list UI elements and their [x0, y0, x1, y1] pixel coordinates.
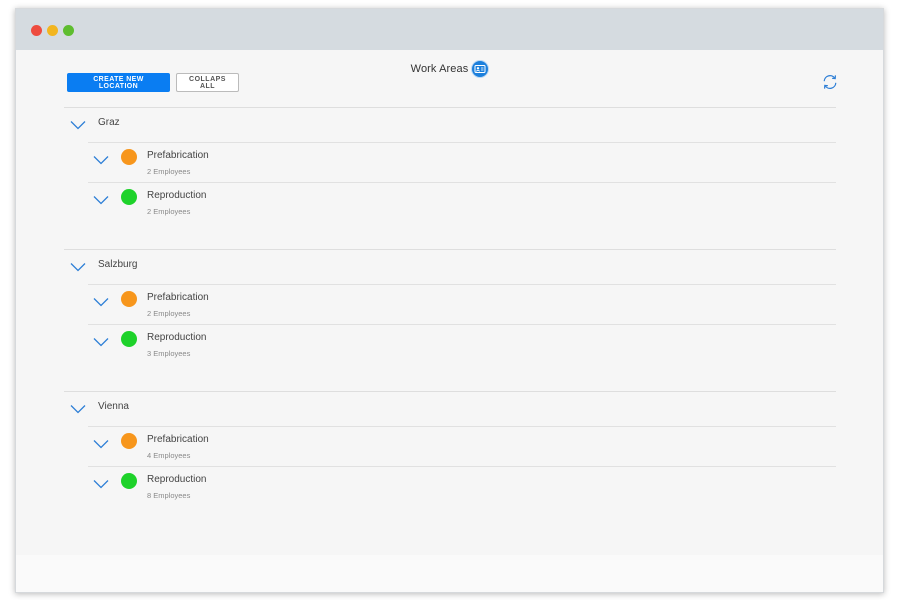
location-name: Graz [98, 117, 120, 128]
area-name: Reproduction [147, 332, 207, 343]
refresh-icon[interactable] [821, 73, 839, 91]
area-color-dot [121, 149, 137, 165]
location-header[interactable]: Salzburg [64, 249, 836, 284]
minimize-window-button[interactable] [47, 25, 58, 36]
work-area-item[interactable]: Prefabrication 2 Employees [88, 284, 836, 324]
employee-count: 3 Employees [147, 349, 191, 358]
page-title: Work Areas [410, 63, 469, 75]
area-name: Reproduction [147, 474, 207, 485]
locations-list: Graz Prefabrication 2 Employees Reproduc… [64, 107, 836, 533]
create-new-location-button[interactable]: CREATE NEW LOCATION [67, 73, 170, 92]
chevron-down-icon[interactable] [70, 120, 86, 130]
window-titlebar [16, 9, 883, 50]
location-name: Salzburg [98, 259, 138, 270]
chevron-down-icon[interactable] [93, 439, 109, 449]
employee-count: 2 Employees [147, 309, 191, 318]
work-area-item[interactable]: Reproduction 8 Employees [88, 466, 836, 506]
maximize-window-button[interactable] [63, 25, 74, 36]
area-color-dot [121, 189, 137, 205]
location-graz: Graz Prefabrication 2 Employees Reproduc… [64, 107, 836, 249]
employee-count: 4 Employees [147, 451, 191, 460]
employee-count: 8 Employees [147, 491, 191, 500]
area-color-dot [121, 433, 137, 449]
area-name: Prefabrication [147, 292, 209, 303]
area-name: Prefabrication [147, 434, 209, 445]
location-name: Vienna [98, 401, 129, 412]
area-name: Prefabrication [147, 150, 209, 161]
employee-count: 2 Employees [147, 167, 191, 176]
area-color-dot [121, 473, 137, 489]
chevron-down-icon[interactable] [93, 155, 109, 165]
chevron-down-icon[interactable] [93, 195, 109, 205]
area-color-dot [121, 291, 137, 307]
area-name: Reproduction [147, 190, 207, 201]
chevron-down-icon[interactable] [93, 297, 109, 307]
chevron-down-icon[interactable] [93, 479, 109, 489]
location-header[interactable]: Vienna [64, 391, 836, 426]
app-window: Work Areas CREATE NEW LOCATION COLLAPS A… [15, 8, 884, 593]
window-footer [16, 555, 883, 592]
chevron-down-icon[interactable] [70, 404, 86, 414]
close-window-button[interactable] [31, 25, 42, 36]
location-vienna: Vienna Prefabrication 4 Employees Reprod… [64, 391, 836, 533]
work-area-item[interactable]: Prefabrication 4 Employees [88, 426, 836, 466]
work-area-item[interactable]: Prefabrication 2 Employees [88, 142, 836, 182]
work-area-item[interactable]: Reproduction 2 Employees [88, 182, 836, 222]
people-badge-icon [472, 61, 489, 77]
location-header[interactable]: Graz [64, 107, 836, 142]
chevron-down-icon[interactable] [70, 262, 86, 272]
chevron-down-icon[interactable] [93, 337, 109, 347]
employee-count: 2 Employees [147, 207, 191, 216]
area-color-dot [121, 331, 137, 347]
location-salzburg: Salzburg Prefabrication 2 Employees Repr… [64, 249, 836, 391]
collapse-all-button[interactable]: COLLAPS ALL [176, 73, 239, 92]
work-area-item[interactable]: Reproduction 3 Employees [88, 324, 836, 364]
